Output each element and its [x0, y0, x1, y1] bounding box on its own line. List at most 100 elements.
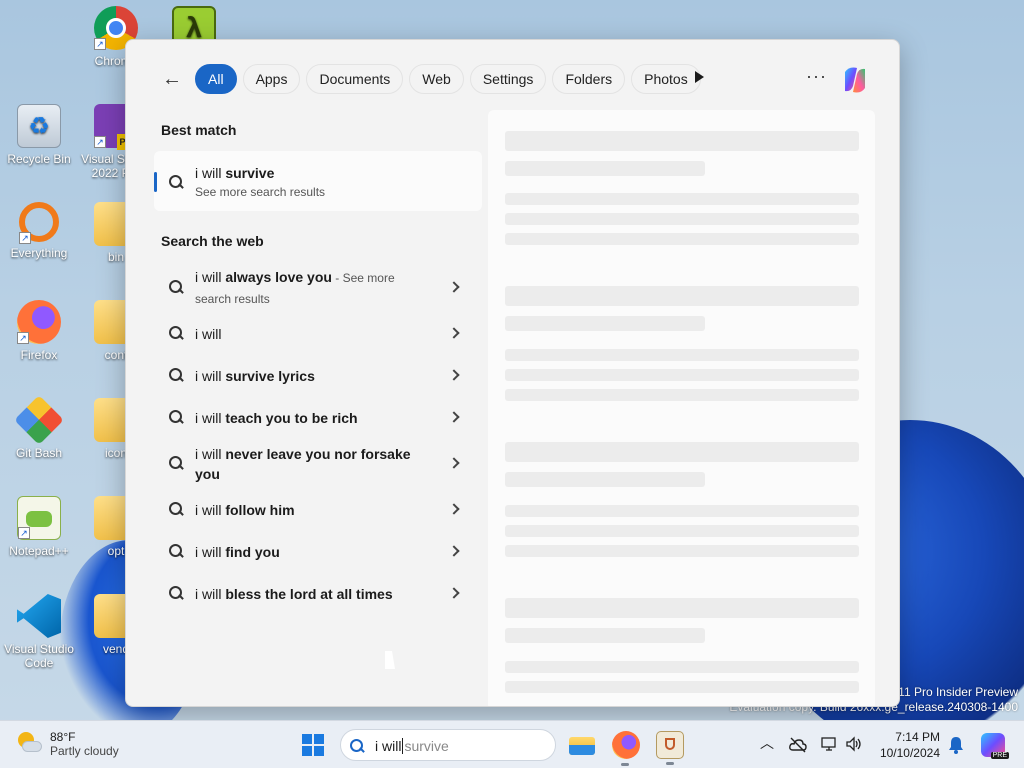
- skeleton-bar: [505, 316, 705, 331]
- weather-desc: Partly cloudy: [50, 744, 119, 758]
- skeleton-bar: [505, 161, 705, 176]
- search-icon: [168, 543, 184, 559]
- web-result-item[interactable]: i will find you: [154, 531, 482, 573]
- skeleton-bar: [505, 545, 859, 557]
- skeleton-bar: [505, 661, 859, 673]
- web-result-item[interactable]: i will always love you - See more search…: [154, 263, 482, 313]
- skeleton-bar: [505, 442, 859, 462]
- best-match-item[interactable]: i will survive See more search results: [154, 151, 482, 211]
- desktop-icon-label: Visual Studio Code: [4, 642, 74, 670]
- tab-web[interactable]: Web: [409, 64, 464, 94]
- start-button[interactable]: [302, 734, 324, 756]
- more-options-icon[interactable]: ···: [806, 66, 827, 87]
- notification-bell-icon[interactable]: [948, 736, 964, 754]
- desktop-icon-label: Firefox: [20, 348, 58, 362]
- web-result-text: i will teach you to be rich: [195, 410, 358, 426]
- desktop-icon-vscode[interactable]: Visual Studio Code: [1, 594, 77, 670]
- skeleton-bar: [505, 349, 859, 361]
- web-result-item[interactable]: i will survive lyrics: [154, 355, 482, 397]
- search-input[interactable]: i will survive: [375, 738, 449, 754]
- tab-settings[interactable]: Settings: [469, 64, 547, 94]
- filter-tabs: All Apps Documents Web Settings Folders …: [195, 64, 701, 94]
- skeleton-bar: [505, 389, 859, 401]
- taskbar-search-box[interactable]: i will survive: [340, 729, 556, 761]
- web-result-item[interactable]: i will: [154, 313, 482, 355]
- desktop-icon-recycle-bin[interactable]: ♻ Recycle Bin: [1, 104, 77, 166]
- chevron-up-icon[interactable]: ︿: [760, 733, 774, 753]
- back-arrow-icon[interactable]: ←: [162, 67, 186, 91]
- mouse-cursor-icon: [385, 651, 395, 669]
- taskbar-file-explorer[interactable]: [568, 731, 596, 759]
- taskbar: 88°F Partly cloudy i will survive ︿ 7:14 …: [0, 720, 1024, 768]
- more-tabs-play-icon[interactable]: [695, 71, 704, 83]
- search-icon: [168, 585, 184, 601]
- taskbar-java-app[interactable]: [656, 731, 684, 765]
- recycle-bin-icon: ♻: [17, 104, 61, 148]
- web-result-text: i will never leave you nor forsake you: [195, 446, 411, 482]
- tab-documents[interactable]: Documents: [306, 64, 404, 94]
- skeleton-bar: [505, 193, 859, 205]
- search-panel: ← All Apps Documents Web Settings Folder…: [125, 39, 900, 707]
- chevron-right-icon: [448, 457, 460, 469]
- skeleton-bar: [505, 472, 705, 487]
- desktop-icon-everything[interactable]: ↗ Everything: [1, 202, 77, 260]
- web-result-item[interactable]: i will never leave you nor forsake you: [154, 439, 482, 489]
- onedrive-offline-icon[interactable]: [789, 737, 807, 753]
- chevron-right-icon: [448, 327, 460, 339]
- web-result-item[interactable]: i will follow him: [154, 489, 482, 531]
- desktop-icon-label: Everything: [10, 246, 68, 260]
- tab-photos[interactable]: Photos: [631, 64, 701, 94]
- desktop-icon-label: Git Bash: [15, 446, 63, 460]
- web-result-item[interactable]: i will bless the lord at all times: [154, 573, 482, 615]
- desktop-icon-git-bash[interactable]: Git Bash: [1, 395, 77, 460]
- firefox-icon: ↗: [17, 300, 61, 344]
- copilot-taskbar-icon[interactable]: PRE: [981, 733, 1009, 759]
- chevron-right-icon: [448, 503, 460, 515]
- desktop-icon-label: Recycle Bin: [7, 152, 71, 166]
- search-the-web-heading: Search the web: [161, 233, 264, 249]
- preview-pane: [488, 110, 875, 706]
- search-filter-bar: ← All Apps Documents Web Settings Folder…: [126, 64, 899, 96]
- clock[interactable]: 7:14 PM 10/10/2024: [870, 729, 940, 761]
- skeleton-bar: [505, 505, 859, 517]
- git-bash-icon: [14, 395, 64, 445]
- skeleton-bar: [505, 233, 859, 245]
- web-result-item[interactable]: i will teach you to be rich: [154, 397, 482, 439]
- best-match-subtitle: See more search results: [195, 185, 326, 199]
- chevron-right-icon: [448, 411, 460, 423]
- desktop-icon-notepadpp[interactable]: ↗ Notepad++: [1, 496, 77, 558]
- desktop-icon-firefox[interactable]: ↗ Firefox: [1, 300, 77, 362]
- skeleton-bar: [505, 525, 859, 537]
- everything-icon: ↗: [19, 202, 59, 244]
- weather-temp: 88°F: [50, 730, 76, 744]
- chevron-right-icon: [448, 281, 460, 293]
- web-result-text: i will bless the lord at all times: [195, 586, 393, 602]
- best-match-heading: Best match: [161, 122, 237, 138]
- vscode-icon: [17, 594, 61, 638]
- tab-all[interactable]: All: [195, 64, 237, 94]
- running-indicator: [621, 763, 629, 766]
- network-icon[interactable]: [821, 736, 839, 752]
- selection-accent: [154, 172, 157, 192]
- clock-date: 10/10/2024: [879, 746, 940, 760]
- search-icon: [168, 325, 184, 341]
- search-icon: [168, 174, 184, 190]
- volume-icon[interactable]: [845, 736, 863, 752]
- skeleton-bar: [505, 286, 859, 306]
- search-icon: [168, 501, 184, 517]
- search-icon: [168, 455, 184, 471]
- copilot-icon[interactable]: [839, 64, 871, 96]
- weather-widget[interactable]: 88°F Partly cloudy: [16, 730, 119, 758]
- skeleton-bar: [505, 681, 859, 693]
- taskbar-firefox[interactable]: [612, 731, 640, 766]
- tab-folders[interactable]: Folders: [552, 64, 626, 94]
- best-match-title: i will survive: [195, 165, 275, 181]
- desktop-icon-label: Notepad++: [9, 544, 69, 558]
- skeleton-bar: [505, 131, 859, 151]
- tab-apps[interactable]: Apps: [242, 64, 301, 94]
- search-icon: [349, 738, 365, 754]
- notepadpp-icon: ↗: [17, 496, 61, 540]
- web-result-text: i will find you: [195, 544, 280, 560]
- results-list: Best match i will survive See more searc…: [154, 110, 482, 615]
- java-cup-icon: [665, 738, 675, 750]
